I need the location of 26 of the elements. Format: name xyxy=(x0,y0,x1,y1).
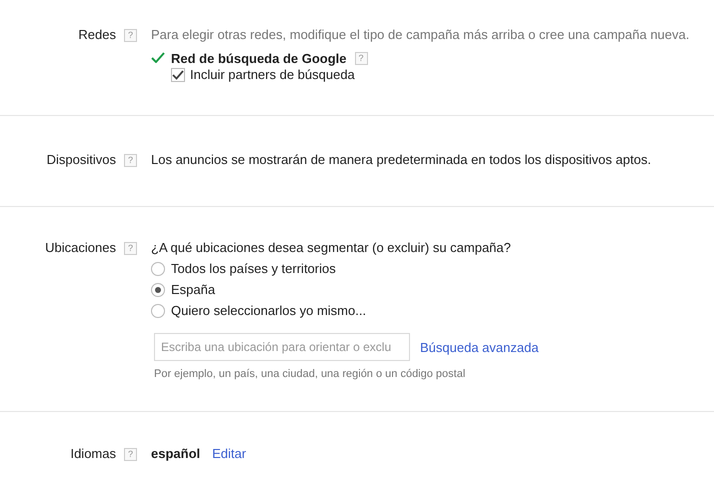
section-label: Idiomas xyxy=(70,446,116,462)
question-text: ¿A qué ubicaciones desea segmentar (o excluir) su campaña? xyxy=(151,240,512,256)
advanced-search-link[interactable]: Búsqueda avanzada xyxy=(420,340,539,354)
help-icon[interactable]: ? xyxy=(124,154,137,167)
radio-label: Todos los países y territorios xyxy=(171,261,336,277)
network-name: Red de búsqueda de Google xyxy=(171,51,347,66)
description-text: Para elegir otras redes, modifique el tipo de campaña más arriba o cree una campaña nueva. xyxy=(151,27,690,43)
radio-button[interactable] xyxy=(151,283,165,297)
radio-label: Quiero seleccionarlos yo mismo... xyxy=(171,303,366,319)
radio-label: España xyxy=(171,282,216,298)
checkbox-label: Incluir partners de búsqueda xyxy=(190,67,355,82)
language-value: español xyxy=(151,446,200,462)
help-icon[interactable]: ? xyxy=(124,448,137,461)
checkbox[interactable] xyxy=(171,68,185,82)
section-label: Dispositivos xyxy=(46,152,116,168)
radio-button[interactable] xyxy=(151,262,165,276)
section-label: Redes xyxy=(78,27,116,43)
description-text: Los anuncios se mostrarán de manera predeterminada en todos los dispositivos aptos. xyxy=(151,152,652,168)
location-search-field[interactable]: Escriba una ubicación para orientar o exclu xyxy=(154,333,410,361)
help-icon[interactable]: ? xyxy=(124,242,137,255)
edit-link[interactable]: Editar xyxy=(212,446,246,462)
radio-button[interactable] xyxy=(151,304,165,318)
hint-text: Por ejemplo, un país, una ciudad, una región o un código postal xyxy=(154,368,466,380)
help-icon[interactable]: ? xyxy=(124,29,137,42)
section-label: Ubicaciones xyxy=(45,240,116,256)
help-icon[interactable]: ? xyxy=(354,52,368,65)
